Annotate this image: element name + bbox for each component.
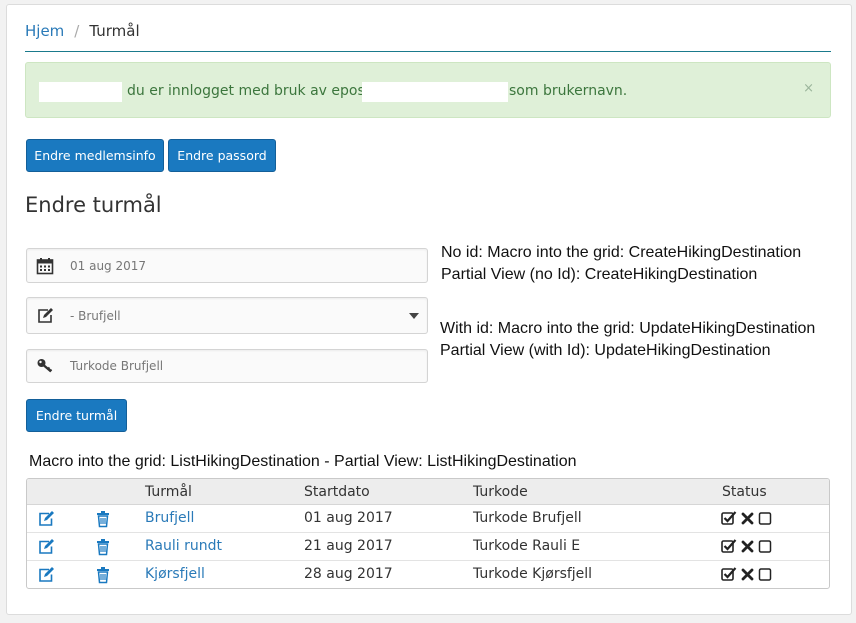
table-row: Brufjell 01 aug 2017 Turkode Brufjell [27, 505, 829, 533]
checked-box-icon[interactable] [721, 566, 739, 584]
calendar-icon [36, 257, 54, 275]
edit-icon[interactable] [37, 538, 55, 556]
breadcrumb-separator: / [74, 22, 80, 40]
row-code: Turkode Kjørsfjell [473, 566, 593, 582]
row-start-date: 01 aug 2017 [304, 510, 393, 526]
empty-checkbox-icon[interactable] [758, 566, 776, 584]
alert-text-after: som brukernavn. [509, 83, 628, 99]
table-row: Kjørsfjell 28 aug 2017 Turkode Kjørsfjel… [27, 561, 829, 588]
trash-icon[interactable] [94, 566, 112, 584]
table-header: Turmål Startdato Turkode Status [27, 479, 829, 505]
destinations-table: Turmål Startdato Turkode Status Brufjell… [26, 478, 830, 589]
key-icon [36, 357, 54, 375]
select-value: - Brufjell [70, 308, 121, 323]
row-code: Turkode Brufjell [473, 510, 582, 526]
row-start-date: 28 aug 2017 [304, 566, 393, 582]
close-icon[interactable] [740, 538, 758, 556]
row-destination-link[interactable]: Rauli rundt [145, 538, 222, 554]
date-value: 01 aug 2017 [70, 258, 147, 273]
header-destination: Turmål [145, 484, 192, 500]
header-status: Status [722, 484, 767, 500]
note-line-1: No id: Macro into the grid: CreateHiking… [441, 244, 802, 261]
note-line-2: Partial View (no Id): CreateHikingDestin… [441, 266, 758, 283]
empty-checkbox-icon[interactable] [758, 510, 776, 528]
note-line-3: With id: Macro into the grid: UpdateHiki… [440, 320, 816, 337]
header-code: Turkode [473, 484, 528, 500]
alert-text-before: du er innlogget med bruk av epost [127, 83, 371, 99]
breadcrumb: Hjem / Turmål [25, 22, 831, 52]
date-input[interactable]: 01 aug 2017 [26, 248, 428, 283]
breadcrumb-current: Turmål [89, 22, 140, 40]
edit-icon[interactable] [37, 566, 55, 584]
destination-select[interactable]: - Brufjell [26, 297, 428, 334]
close-icon[interactable] [740, 510, 758, 528]
page-title: Endre turmål [25, 193, 162, 217]
login-alert: du er innlogget med bruk av epost som br… [25, 62, 831, 118]
checked-box-icon[interactable] [721, 510, 739, 528]
redacted-username [39, 82, 122, 102]
table-caption: Macro into the grid: ListHikingDestinati… [29, 453, 577, 470]
empty-checkbox-icon[interactable] [758, 538, 776, 556]
checked-box-icon[interactable] [721, 538, 739, 556]
row-destination-link[interactable]: Brufjell [145, 510, 194, 526]
breadcrumb-home-link[interactable]: Hjem [25, 22, 64, 40]
change-password-button[interactable]: Endre passord [168, 139, 276, 172]
submit-destination-button[interactable]: Endre turmål [26, 399, 127, 432]
edit-member-info-button[interactable]: Endre medlemsinfo [26, 139, 164, 172]
row-start-date: 21 aug 2017 [304, 538, 393, 554]
trash-icon[interactable] [94, 538, 112, 556]
chevron-down-icon [409, 312, 419, 319]
header-start-date: Startdato [304, 484, 370, 500]
close-icon[interactable]: × [803, 81, 814, 96]
note-line-4: Partial View (with Id): UpdateHikingDest… [440, 342, 771, 359]
close-icon[interactable] [740, 566, 758, 584]
trash-icon[interactable] [94, 510, 112, 528]
row-code: Turkode Rauli E [473, 538, 581, 554]
redacted-email [362, 82, 508, 102]
edit-icon [36, 307, 54, 325]
row-destination-link[interactable]: Kjørsfjell [145, 566, 205, 582]
table-row: Rauli rundt 21 aug 2017 Turkode Rauli E [27, 533, 829, 561]
edit-icon[interactable] [37, 510, 55, 528]
code-value: Turkode Brufjell [70, 359, 164, 373]
code-input[interactable]: Turkode Brufjell [26, 349, 428, 383]
